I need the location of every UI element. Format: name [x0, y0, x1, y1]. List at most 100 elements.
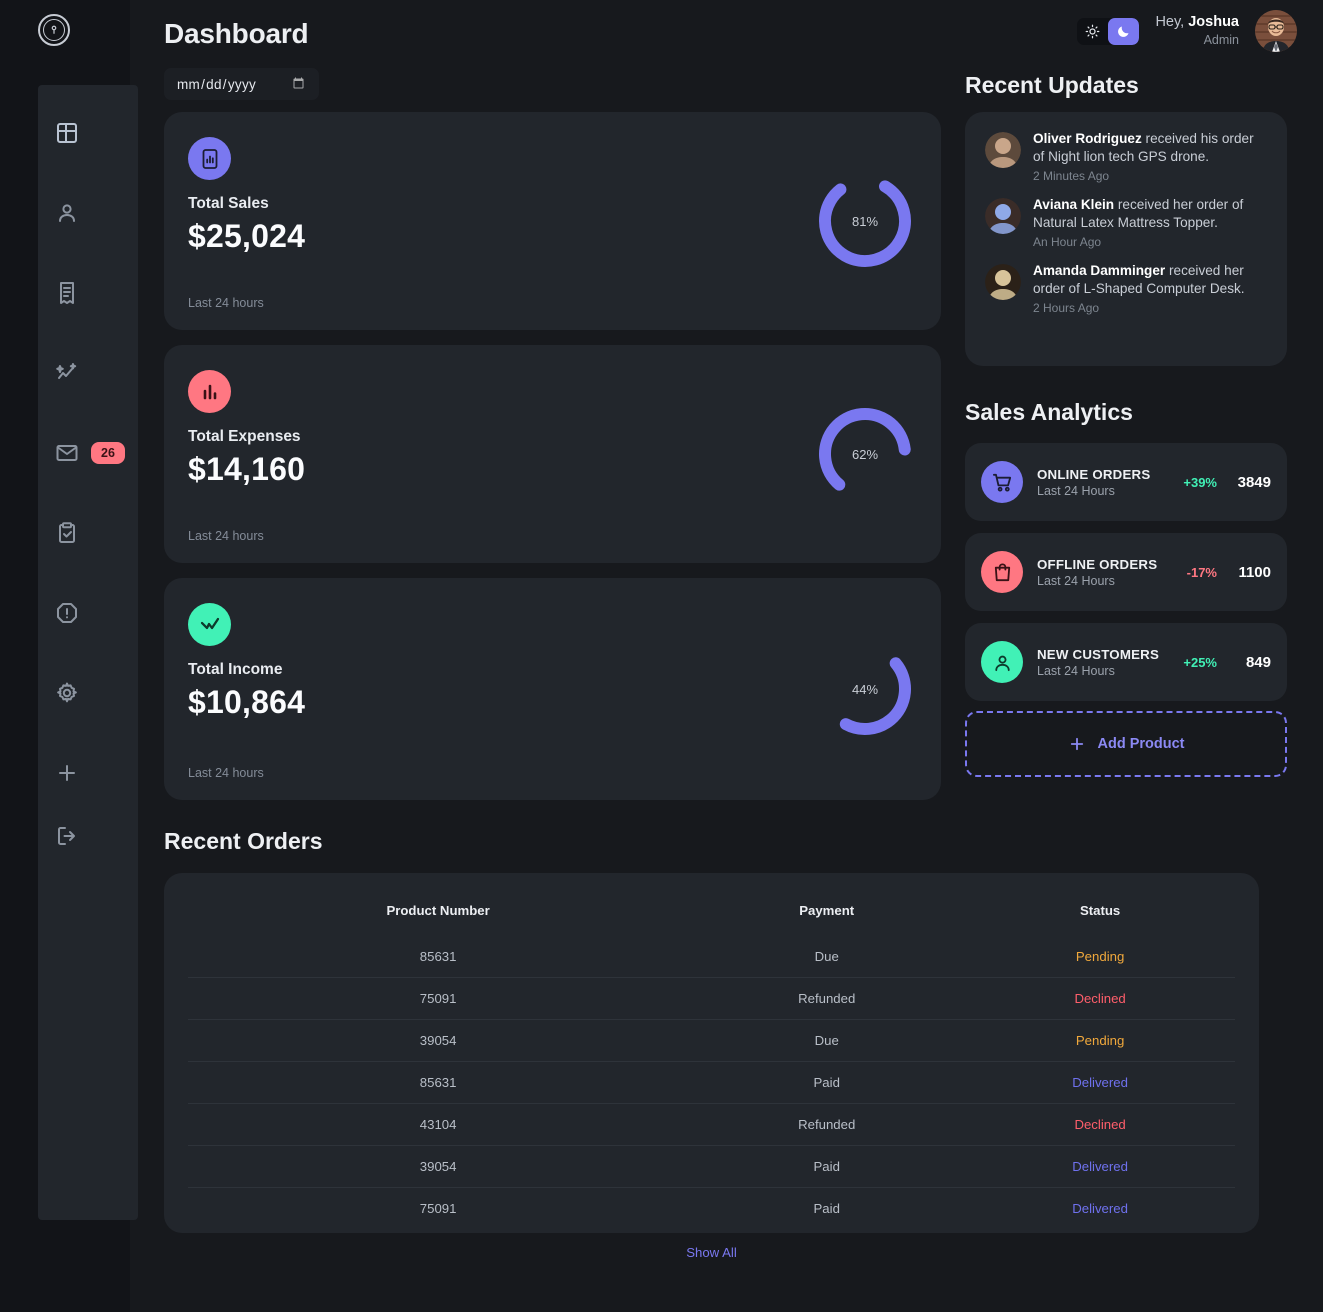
- sidebar-item-settings[interactable]: [38, 665, 138, 721]
- analytics-name: ONLINE ORDERS: [1037, 466, 1151, 482]
- status-badge: Delivered: [1072, 1201, 1128, 1216]
- moon-icon[interactable]: [1108, 17, 1140, 45]
- message-count-badge: 26: [91, 442, 125, 464]
- cell-product-number: 43104: [188, 1103, 689, 1146]
- analytics-subtitle: Last 24 Hours: [1037, 483, 1115, 498]
- analytics-percent: +25%: [1183, 654, 1217, 670]
- sidebar: 26: [0, 0, 138, 1312]
- analytics-value: 849: [1245, 653, 1271, 671]
- sidebar-item-reports[interactable]: [38, 585, 138, 641]
- update-timestamp: 2 Hours Ago: [1033, 300, 1100, 315]
- add-product-button[interactable]: Add Product: [965, 711, 1287, 777]
- status-badge: Declined: [965, 977, 1235, 1020]
- shield-lock-icon[interactable]: [38, 14, 70, 46]
- logout-icon: [55, 824, 79, 848]
- table-row[interactable]: 85631 Paid Delivered: [188, 1061, 1235, 1104]
- show-all-link[interactable]: Show All: [164, 1245, 1259, 1260]
- greeting-prefix: Hey,: [1155, 13, 1189, 30]
- table-row[interactable]: 39054 Paid Delivered: [188, 1145, 1235, 1188]
- user-greeting: Hey, Joshua Admin: [1155, 13, 1239, 49]
- sidebar-item-analytics[interactable]: [38, 345, 138, 401]
- mail-icon: [55, 441, 79, 465]
- sidebar-item-logout[interactable]: [38, 808, 138, 864]
- sidebar-item-orders[interactable]: [38, 265, 138, 321]
- update-timestamp: An Hour Ago: [1033, 234, 1102, 249]
- sidebar-item-customers[interactable]: [38, 185, 138, 241]
- header-right: Hey, Joshua Admin: [1077, 10, 1297, 52]
- cell-product-number: 75091: [188, 977, 689, 1020]
- analytics-item-online-orders[interactable]: ONLINE ORDERS Last 24 Hours +39% 3849: [965, 443, 1287, 521]
- date-input[interactable]: [164, 68, 319, 100]
- insight-value: $25,024: [188, 218, 306, 254]
- user-icon: [55, 201, 79, 225]
- cell-product-number: 39054: [188, 1145, 689, 1188]
- update-user-name: Aviana Klein: [1033, 196, 1115, 212]
- status-badge: Pending: [965, 1019, 1235, 1062]
- recent-updates-title: Recent Updates: [965, 72, 1139, 98]
- insight-progress-label: 81%: [851, 213, 879, 229]
- analytics-name: OFFLINE ORDERS: [1037, 556, 1158, 572]
- insight-subtitle: Last 24 hours: [188, 296, 264, 310]
- analytics-item-new-customers[interactable]: NEW CUSTOMERS Last 24 Hours +25% 849: [965, 623, 1287, 701]
- table-row[interactable]: 43104 Refunded Declined: [188, 1103, 1235, 1146]
- sidebar-item-products[interactable]: [38, 505, 138, 561]
- table-row[interactable]: 75091 Refunded Declined: [188, 977, 1235, 1020]
- insight-title: Total Income: [188, 661, 283, 678]
- status-badge: Pending: [965, 936, 1235, 978]
- recent-orders-card: Product Number Payment Status 85631 Due Pend…: [164, 873, 1259, 1233]
- alert-octagon-icon: [55, 601, 79, 625]
- page-title: Dashboard: [164, 18, 309, 49]
- insight-card-total-sales: Total Sales $25,024 Last 24 hours 81%: [164, 112, 941, 330]
- sidebar-item-add-product[interactable]: [38, 745, 138, 801]
- update-item[interactable]: Oliver Rodriguez received his order of N…: [985, 130, 1267, 183]
- dashboard-app: 26 Dashboard Hey, Joshua Admin: [0, 0, 1323, 1312]
- update-user-name: Oliver Rodriguez: [1033, 131, 1142, 146]
- bar-chart-icon: [188, 370, 231, 413]
- clipboard-check-icon: [55, 521, 79, 545]
- insight-value: $10,864: [188, 684, 306, 720]
- insight-subtitle: Last 24 hours: [188, 766, 264, 780]
- table-row[interactable]: 75091 Paid Delivered: [188, 1188, 1235, 1230]
- cell-payment: Refunded: [688, 1103, 966, 1146]
- status-badge: Delivered: [965, 1061, 1235, 1104]
- receipt-icon: [55, 281, 79, 305]
- update-message: Amanda Damminger received her order of L…: [1033, 262, 1245, 297]
- analytics-percent: -17%: [1186, 564, 1217, 580]
- cell-payment: Due: [688, 936, 966, 978]
- insight-title: Total Expenses: [188, 428, 301, 445]
- cell-product-number: 85631: [188, 1061, 689, 1104]
- table-row[interactable]: 39054 Due Pending: [188, 1019, 1235, 1062]
- insight-title: Total Sales: [188, 195, 269, 212]
- theme-toggle[interactable]: [1077, 17, 1140, 45]
- update-avatar: [985, 263, 1021, 300]
- date-filter[interactable]: [164, 68, 319, 100]
- shopping-bag-icon: [981, 551, 1023, 593]
- cell-product-number: 75091: [419, 1201, 457, 1216]
- insight-progress-label: 62%: [851, 446, 879, 462]
- column-header: Product Number: [386, 903, 490, 918]
- insight-card-total-income: Total Income $10,864 Last 24 hours 44%: [164, 578, 941, 800]
- analytics-percent: +39%: [1183, 474, 1217, 490]
- analytics-sparkle-icon: [55, 361, 79, 385]
- sidebar-item-messages[interactable]: 26: [38, 425, 138, 481]
- update-item[interactable]: Amanda Damminger received her order of L…: [985, 262, 1267, 315]
- table-row[interactable]: 85631 Due Pending: [188, 936, 1235, 978]
- update-item[interactable]: Aviana Klein received her order of Natur…: [985, 196, 1267, 249]
- sidebar-item-dashboard[interactable]: [38, 105, 138, 161]
- analytics-subtitle: Last 24 Hours: [1037, 573, 1115, 588]
- recent-updates-card: Oliver Rodriguez received his order of N…: [965, 112, 1287, 366]
- analytics-item-offline-orders[interactable]: OFFLINE ORDERS Last 24 Hours -17% 1100: [965, 533, 1287, 611]
- cell-payment: Paid: [813, 1201, 840, 1216]
- user-icon: [981, 641, 1023, 683]
- bar-chart-box-icon: [188, 137, 231, 180]
- table-header-row: Product Number Payment Status: [188, 895, 1235, 936]
- sun-icon[interactable]: [1077, 18, 1108, 45]
- orders-table: Product Number Payment Status 85631 Due Pend…: [188, 895, 1235, 1229]
- update-user-name: Amanda Damminger: [1033, 262, 1166, 278]
- line-chart-icon: [188, 603, 231, 646]
- column-header: Status: [1079, 903, 1121, 918]
- insight-progress-ring: 81%: [817, 173, 913, 269]
- avatar[interactable]: [1255, 10, 1297, 52]
- update-avatar: [985, 197, 1021, 234]
- analytics-name: NEW CUSTOMERS: [1037, 646, 1160, 662]
